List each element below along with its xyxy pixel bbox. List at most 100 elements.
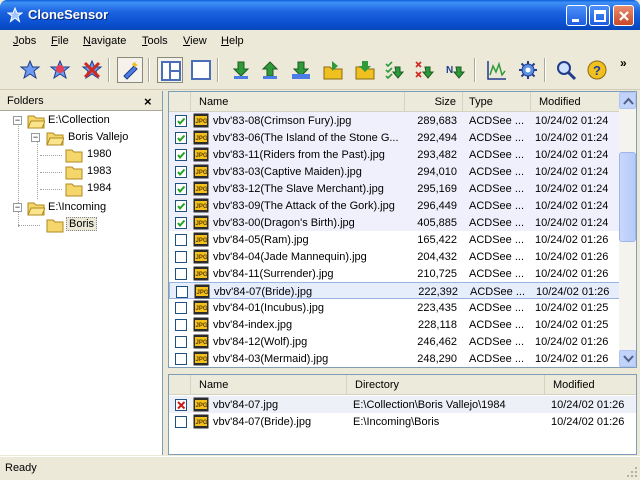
table-row[interactable]: JPG vbv'84-03(Mermaid).jpg 248,290 ACDSe… (169, 350, 621, 367)
new-job-button[interactable] (17, 57, 43, 83)
scroll-down-button[interactable] (619, 350, 636, 367)
scroll-thumb[interactable] (619, 152, 636, 242)
file-list-header: Name Size Type Modified (169, 92, 621, 112)
minimize-button[interactable] (566, 5, 587, 26)
row-checkbox[interactable] (175, 183, 187, 195)
row-checkbox[interactable] (175, 251, 187, 263)
table-row[interactable]: JPG vbv'84-04(Jade Mannequin).jpg 204,43… (169, 248, 621, 265)
tree-node[interactable]: 1984 (0, 181, 160, 197)
table-row[interactable]: JPG vbv'84-05(Ram).jpg 165,422 ACDSee ..… (169, 231, 621, 248)
dup-column-check[interactable] (169, 375, 191, 394)
upload-button[interactable] (257, 57, 283, 83)
resize-grip-icon[interactable] (626, 466, 638, 478)
tree-node-label: E:\Incoming (48, 201, 107, 213)
row-checkbox[interactable] (175, 200, 187, 212)
tree-node[interactable]: Boris (0, 217, 160, 233)
auto-mark-button[interactable] (117, 57, 143, 83)
tree-node[interactable]: 1983 (0, 164, 160, 180)
table-row[interactable]: JPG vbv'83-09(The Attack of the Gork).jp… (169, 197, 621, 214)
tree-node[interactable]: − E:\Incoming (0, 200, 160, 216)
menu-tools[interactable]: Tools (142, 35, 168, 47)
tree-node-label: E:\Collection (48, 114, 110, 126)
tree-node-label: Boris (66, 217, 98, 231)
dup-column-directory[interactable]: Directory (347, 375, 545, 394)
dup-column-modified[interactable]: Modified (545, 375, 636, 394)
folder-icon (65, 183, 83, 197)
row-checkbox[interactable] (175, 132, 187, 144)
delete-job-button[interactable] (79, 57, 105, 83)
table-row[interactable]: JPG vbv'83-06(The Island of the Stone G.… (169, 129, 621, 146)
row-checkbox[interactable] (175, 302, 187, 314)
row-checkbox[interactable] (175, 217, 187, 229)
row-checkbox[interactable] (176, 286, 188, 298)
column-type[interactable]: Type (463, 92, 531, 111)
table-row[interactable]: JPG vbv'84-11(Surrender).jpg 210,725 ACD… (169, 265, 621, 282)
jpg-file-icon: JPG (193, 266, 209, 281)
settings-button[interactable] (515, 57, 541, 83)
table-row[interactable]: JPG vbv'83-00(Dragon's Birth).jpg 405,88… (169, 214, 621, 231)
row-checkbox[interactable] (175, 234, 187, 246)
file-modified: 10/24/02 01:24 (535, 166, 609, 178)
title-bar[interactable]: CloneSensor (0, 0, 640, 30)
table-row[interactable]: JPG vbv'83-03(Captive Maiden).jpg 294,01… (169, 163, 621, 180)
next-button[interactable]: N (443, 57, 469, 83)
single-view-button[interactable] (188, 57, 214, 83)
row-checkbox[interactable] (175, 166, 187, 178)
tree-node[interactable]: 1980 (0, 147, 160, 163)
table-row[interactable]: JPG vbv'83-08(Crimson Fury).jpg 289,683 … (169, 112, 621, 129)
column-check[interactable] (169, 92, 191, 111)
menu-jobs[interactable]: Jobs (13, 35, 36, 47)
help-button[interactable]: ? (584, 57, 610, 83)
edit-job-button[interactable] (47, 57, 73, 83)
column-modified[interactable]: Modified (531, 92, 621, 111)
menu-help[interactable]: Help (221, 35, 244, 47)
row-checkbox[interactable] (175, 268, 187, 280)
menu-navigate[interactable]: Navigate (83, 35, 126, 47)
table-row[interactable]: JPG vbv'84-12(Wolf).jpg 246,462 ACDSee .… (169, 333, 621, 350)
check-all-button[interactable] (382, 57, 408, 83)
import-button[interactable] (288, 57, 314, 83)
menu-file[interactable]: File (51, 35, 69, 47)
file-type-icon: JPG (193, 397, 209, 412)
folders-close-icon[interactable]: × (144, 94, 152, 109)
table-row[interactable]: JPG vbv'84-07(Bride).jpg 222,392 ACDSee … (169, 282, 621, 299)
chart-button[interactable] (484, 57, 510, 83)
row-checkbox[interactable] (175, 149, 187, 161)
duplicate-checkbox[interactable] (175, 399, 187, 411)
move-button[interactable] (352, 57, 378, 83)
column-name[interactable]: Name (191, 92, 405, 111)
tree-node[interactable]: − Boris Vallejo (0, 130, 160, 146)
row-checkbox[interactable] (175, 353, 187, 365)
duplicate-row[interactable]: JPG vbv'84-07.jpg E:\Collection\Boris Va… (169, 396, 636, 413)
open-folder-button[interactable] (320, 57, 346, 83)
tree-expander-icon[interactable]: − (31, 133, 40, 142)
search-button[interactable] (553, 57, 579, 83)
row-checkbox[interactable] (175, 115, 187, 127)
table-row[interactable]: JPG vbv'84-01(Incubus).jpg 223,435 ACDSe… (169, 299, 621, 316)
dup-column-name[interactable]: Name (191, 375, 347, 394)
menu-view[interactable]: View (183, 35, 207, 47)
download-button[interactable] (228, 57, 254, 83)
column-size[interactable]: Size (405, 92, 463, 111)
close-button[interactable] (613, 5, 634, 26)
file-list-scrollbar[interactable] (619, 92, 636, 367)
uncheck-all-button[interactable] (412, 57, 438, 83)
tree-expander-icon[interactable]: − (13, 116, 22, 125)
row-checkbox[interactable] (175, 319, 187, 331)
toolbar-overflow-button[interactable]: » (620, 56, 627, 70)
tree-node[interactable]: − E:\Collection (0, 113, 160, 129)
duplicate-row[interactable]: JPG vbv'84-07(Bride).jpg E:\Incoming\Bor… (169, 413, 636, 430)
toolbar-separator (148, 58, 150, 82)
row-checkbox[interactable] (175, 336, 187, 348)
table-row[interactable]: JPG vbv'83-11(Riders from the Past).jpg … (169, 146, 621, 163)
folder-tree: − E:\Collection − Boris Vallejo 1980 1983… (0, 111, 162, 454)
tree-expander-icon[interactable]: − (13, 203, 22, 212)
duplicate-checkbox[interactable] (175, 416, 187, 428)
file-type: ACDSee ... (469, 183, 525, 195)
maximize-button[interactable] (589, 5, 610, 26)
table-row[interactable]: JPG vbv'83-12(The Slave Merchant).jpg 29… (169, 180, 621, 197)
file-size: 204,432 (417, 251, 457, 263)
scroll-up-button[interactable] (619, 92, 636, 109)
split-view-button[interactable] (157, 57, 183, 83)
table-row[interactable]: JPG vbv'84-index.jpg 228,118 ACDSee ... … (169, 316, 621, 333)
